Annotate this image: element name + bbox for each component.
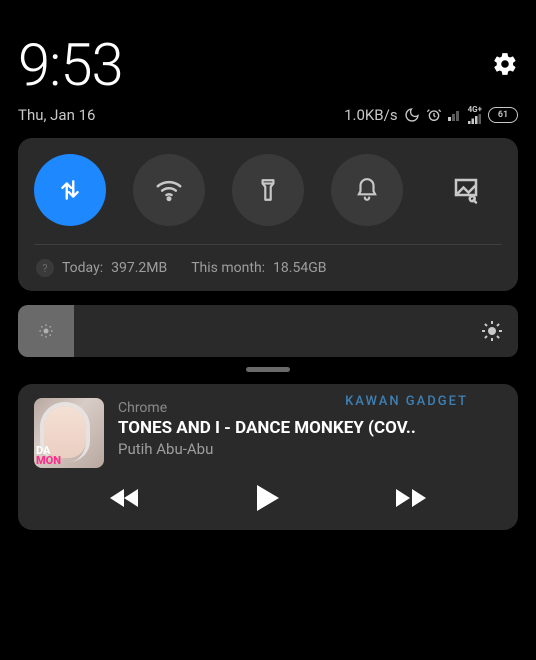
media-next-button[interactable]	[391, 478, 431, 518]
qs-divider	[34, 244, 502, 245]
next-icon	[396, 487, 426, 509]
network-badge: 4G+	[468, 106, 482, 114]
qs-screenshot[interactable]	[430, 154, 502, 226]
qs-mobile-data[interactable]	[34, 154, 106, 226]
brightness-fill	[18, 305, 74, 357]
date-label: Thu, Jan 16	[18, 106, 95, 124]
screenshot-icon	[451, 175, 481, 205]
brightness-low-icon	[36, 321, 56, 341]
signal-1-icon	[448, 109, 462, 121]
help-icon: ?	[36, 259, 54, 277]
moon-icon	[404, 107, 420, 123]
data-today-label: Today:	[62, 260, 103, 276]
album-art: DAMON	[34, 398, 104, 468]
clock-time: 9:53	[18, 32, 123, 100]
media-title: TONES AND I - DANCE MONKEY (COV..	[118, 418, 502, 438]
quick-settings-panel: ? Today: 397.2MB This month: 18.54GB	[18, 138, 518, 291]
media-notification[interactable]: KAWAN GADGET DAMON Chrome TONES AND I - …	[18, 384, 518, 530]
battery-indicator: 61	[488, 107, 518, 123]
play-icon	[257, 485, 279, 511]
brightness-slider[interactable]	[18, 305, 518, 357]
network-speed: 1.0KB/s	[344, 106, 398, 124]
flashlight-icon	[255, 177, 281, 203]
media-play-button[interactable]	[248, 478, 288, 518]
bell-icon	[354, 177, 380, 203]
media-artist: Putih Abu-Abu	[118, 440, 502, 458]
data-month-label: This month:	[191, 260, 265, 276]
data-usage-row[interactable]: ? Today: 397.2MB This month: 18.54GB	[34, 259, 502, 279]
alarm-icon	[426, 107, 442, 123]
watermark: KAWAN GADGET	[345, 394, 468, 409]
settings-button[interactable]	[492, 51, 518, 81]
qs-flashlight[interactable]	[232, 154, 304, 226]
data-today-value: 397.2MB	[111, 260, 167, 276]
shade-handle[interactable]	[246, 367, 290, 372]
qs-wifi[interactable]	[133, 154, 205, 226]
signal-2-icon	[468, 114, 482, 124]
status-bar-right: 1.0KB/s 4G+ 61	[344, 106, 518, 124]
media-previous-button[interactable]	[105, 478, 145, 518]
qs-dnd[interactable]	[331, 154, 403, 226]
brightness-high-icon	[480, 319, 504, 343]
gear-icon	[492, 51, 518, 77]
previous-icon	[110, 487, 140, 509]
data-arrows-icon	[57, 177, 83, 203]
data-month-value: 18.54GB	[273, 260, 326, 276]
wifi-icon	[154, 175, 184, 205]
